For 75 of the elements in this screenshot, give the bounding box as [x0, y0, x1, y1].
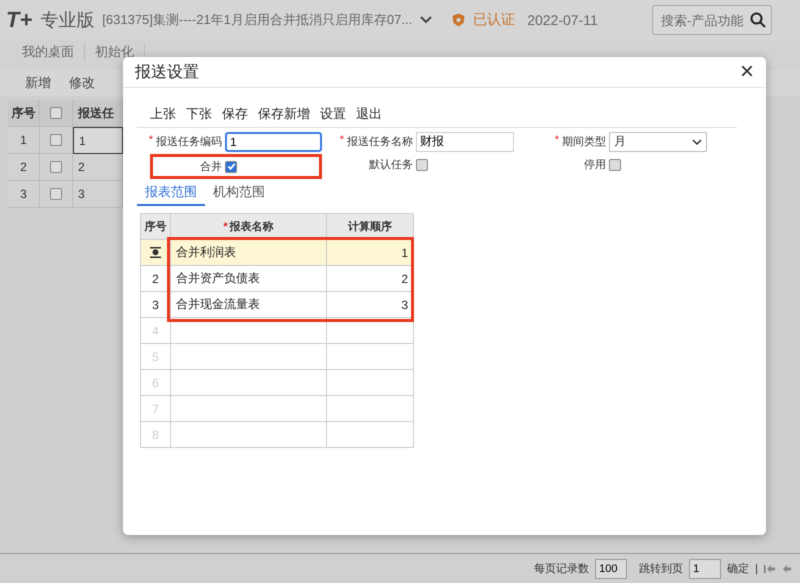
separator-text: |: [755, 562, 758, 574]
tab[interactable]: 机构范围: [205, 181, 273, 206]
table-cell[interactable]: [171, 370, 327, 396]
edition-label: 专业版: [40, 9, 94, 32]
table-cell[interactable]: [327, 396, 414, 422]
table-cell: 3: [8, 181, 40, 208]
table-cell[interactable]: 1: [73, 127, 123, 154]
row-number: 3: [141, 292, 171, 318]
input-field[interactable]: 财报: [416, 132, 514, 152]
logo: T+: [6, 7, 32, 33]
field-label: 停用: [584, 158, 606, 172]
date-label: 2022-07-11: [527, 12, 598, 28]
column-header: 报送任: [73, 100, 123, 127]
table-cell[interactable]: 合并现金流量表: [171, 292, 327, 318]
page-number-field[interactable]: 1: [689, 558, 722, 578]
input-field[interactable]: 1: [225, 132, 322, 152]
table-cell[interactable]: 3: [73, 181, 123, 208]
table-cell[interactable]: [327, 344, 414, 370]
chevron-down-icon: [692, 138, 702, 144]
previous-page-icon[interactable]: [782, 564, 792, 574]
table-cell[interactable]: [327, 370, 414, 396]
toolbar-button[interactable]: 下张: [186, 104, 212, 122]
period-select[interactable]: 月: [609, 132, 707, 152]
field-label: 报送任务编码: [156, 135, 222, 149]
account-title[interactable]: [631375]集测----21年1月启用合并抵消只启用库存07...: [102, 11, 412, 29]
page-size-field[interactable]: 100: [595, 558, 628, 578]
checkbox[interactable]: [50, 134, 62, 146]
search-icon[interactable]: [750, 12, 766, 28]
confirm-link[interactable]: 确定: [727, 561, 750, 576]
dialog-title: 报送设置: [135, 62, 199, 82]
search-field[interactable]: 搜索-产品功能: [652, 5, 772, 35]
page-size-label: 每页记录数: [534, 562, 590, 576]
field-label: 默认任务: [369, 158, 413, 172]
table-cell: 2: [8, 154, 40, 181]
required-mark: *: [554, 134, 559, 148]
toolbar-button[interactable]: 上张: [150, 104, 176, 122]
toolbar-button[interactable]: 新增: [25, 74, 51, 92]
checkbox[interactable]: [50, 161, 62, 173]
shield-icon: [452, 13, 466, 27]
table-cell[interactable]: [171, 344, 327, 370]
table-cell[interactable]: 合并资产负债表: [171, 266, 327, 292]
nav-tab[interactable]: 我的桌面: [12, 43, 85, 61]
required-mark: *: [148, 134, 153, 148]
toolbar-button[interactable]: 退出: [356, 104, 382, 122]
row-number: 2: [141, 266, 171, 292]
column-header: 序号: [141, 214, 171, 240]
row-header[interactable]: [141, 240, 171, 266]
field-label: 报送任务名称: [347, 135, 413, 149]
field-label: 期间类型: [562, 135, 606, 149]
toolbar-button[interactable]: 设置: [320, 104, 346, 122]
required-mark: *: [340, 134, 344, 148]
table-cell[interactable]: [327, 422, 414, 448]
certified-label: 已认证: [473, 11, 516, 29]
checkbox[interactable]: [50, 107, 62, 119]
table-cell[interactable]: 合并利润表: [171, 240, 327, 266]
chevron-down-icon[interactable]: [420, 16, 432, 24]
checkbox[interactable]: [225, 160, 237, 172]
row-marker-icon[interactable]: [150, 247, 161, 258]
toolbar-button[interactable]: 保存: [222, 104, 248, 122]
table-cell[interactable]: 2: [73, 154, 123, 181]
close-button[interactable]: ×: [740, 60, 754, 84]
checkbox[interactable]: [416, 158, 428, 170]
toolbar-button[interactable]: 修改: [69, 74, 95, 92]
table-cell[interactable]: [171, 422, 327, 448]
table-cell[interactable]: 1: [327, 240, 414, 266]
field-label: 合并: [200, 160, 222, 174]
column-header: 序号: [8, 100, 40, 127]
table-cell: 1: [8, 127, 40, 154]
table-cell[interactable]: [171, 396, 327, 422]
tab[interactable]: 报表范围: [137, 181, 205, 206]
toolbar-button[interactable]: 保存新增: [258, 104, 310, 122]
goto-label: 跳转到页: [639, 562, 684, 576]
checkbox[interactable]: [609, 158, 621, 170]
checkbox[interactable]: [50, 188, 62, 200]
first-page-icon[interactable]: [764, 564, 776, 574]
